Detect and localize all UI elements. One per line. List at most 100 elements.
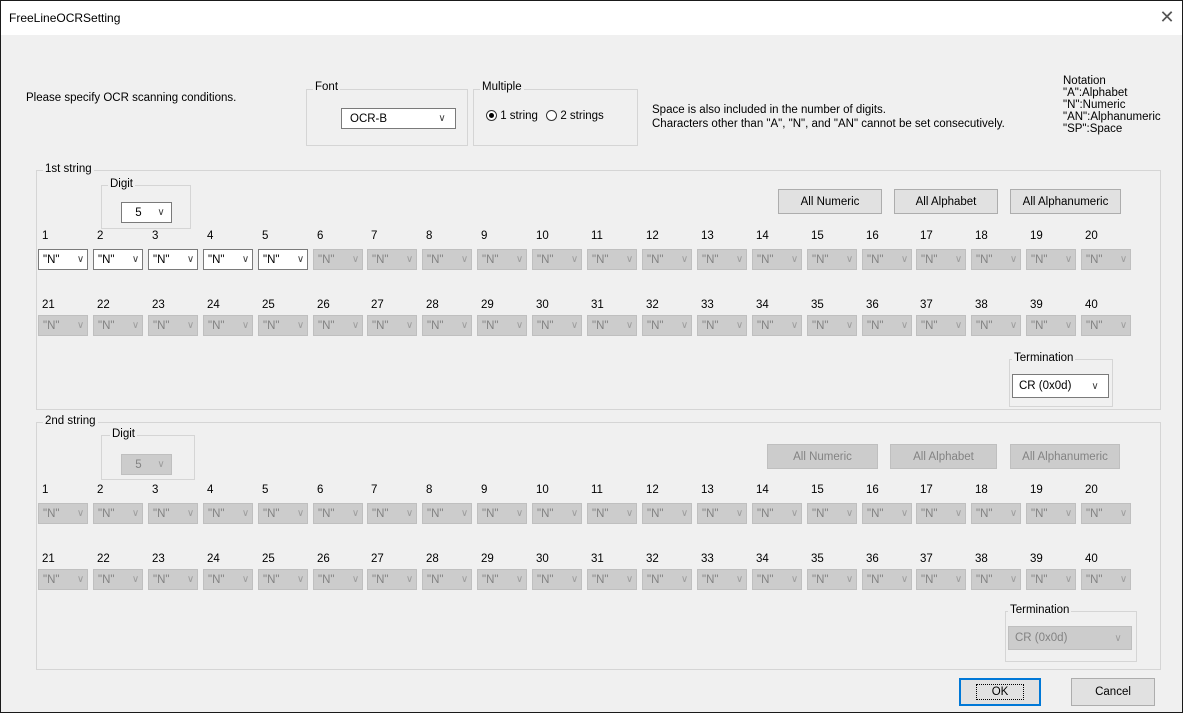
char-type-select-31[interactable]: "N" ∨ bbox=[587, 569, 637, 590]
char-type-select-33[interactable]: "N" ∨ bbox=[697, 569, 747, 590]
char-type-select-1[interactable]: "N" ∨ bbox=[38, 249, 88, 270]
font-select[interactable]: OCR-B ∨ bbox=[341, 108, 456, 129]
char-type-select-32[interactable]: "N" ∨ bbox=[642, 569, 692, 590]
char-type-select-8[interactable]: "N" ∨ bbox=[422, 503, 472, 524]
all-numeric-button[interactable]: All Numeric bbox=[767, 444, 878, 469]
ok-button[interactable]: OK bbox=[959, 678, 1041, 706]
char-type-select-6[interactable]: "N" ∨ bbox=[313, 503, 363, 524]
char-type-select-3[interactable]: "N" ∨ bbox=[148, 503, 198, 524]
close-icon[interactable]: ✕ bbox=[1156, 7, 1178, 29]
char-type-select-16[interactable]: "N" ∨ bbox=[862, 249, 912, 270]
char-type-select-17[interactable]: "N" ∨ bbox=[916, 503, 966, 524]
char-type-select-23[interactable]: "N" ∨ bbox=[148, 569, 198, 590]
char-type-select-13[interactable]: "N" ∨ bbox=[697, 503, 747, 524]
termination-select-1[interactable]: CR (0x0d) ∨ bbox=[1012, 374, 1109, 398]
position-number-2: 2 bbox=[97, 230, 104, 242]
char-type-select-14[interactable]: "N" ∨ bbox=[752, 503, 802, 524]
char-type-select-27[interactable]: "N" ∨ bbox=[367, 569, 417, 590]
char-type-select-9[interactable]: "N" ∨ bbox=[477, 503, 527, 524]
char-type-select-3[interactable]: "N" ∨ bbox=[148, 249, 198, 270]
cancel-button[interactable]: Cancel bbox=[1071, 678, 1155, 706]
char-type-select-39[interactable]: "N" ∨ bbox=[1026, 569, 1076, 590]
char-type-select-10[interactable]: "N" ∨ bbox=[532, 503, 582, 524]
char-type-select-20[interactable]: "N" ∨ bbox=[1081, 503, 1131, 524]
all-numeric-button[interactable]: All Numeric bbox=[778, 189, 882, 214]
char-type-select-11[interactable]: "N" ∨ bbox=[587, 249, 637, 270]
char-type-select-18[interactable]: "N" ∨ bbox=[971, 503, 1021, 524]
char-type-select-24[interactable]: "N" ∨ bbox=[203, 569, 253, 590]
char-type-select-22[interactable]: "N" ∨ bbox=[93, 569, 143, 590]
char-type-select-2[interactable]: "N" ∨ bbox=[93, 503, 143, 524]
char-type-select-23[interactable]: "N" ∨ bbox=[148, 315, 198, 336]
char-type-select-7[interactable]: "N" ∨ bbox=[367, 249, 417, 270]
char-type-select-4[interactable]: "N" ∨ bbox=[203, 249, 253, 270]
digit-select-2[interactable]: 5 ∨ bbox=[121, 454, 172, 475]
char-type-select-1[interactable]: "N" ∨ bbox=[38, 503, 88, 524]
char-type-select-29[interactable]: "N" ∨ bbox=[477, 315, 527, 336]
char-type-select-8[interactable]: "N" ∨ bbox=[422, 249, 472, 270]
digit-select-1[interactable]: 5 ∨ bbox=[121, 202, 172, 223]
char-type-select-35[interactable]: "N" ∨ bbox=[807, 315, 857, 336]
char-type-select-16[interactable]: "N" ∨ bbox=[862, 503, 912, 524]
char-type-select-2[interactable]: "N" ∨ bbox=[93, 249, 143, 270]
radio-2-strings[interactable]: 2 strings bbox=[546, 110, 604, 122]
char-type-select-10[interactable]: "N" ∨ bbox=[532, 249, 582, 270]
termination-select-2[interactable]: CR (0x0d) ∨ bbox=[1008, 626, 1132, 650]
char-type-select-6[interactable]: "N" ∨ bbox=[313, 249, 363, 270]
char-type-select-27[interactable]: "N" ∨ bbox=[367, 315, 417, 336]
char-type-select-14[interactable]: "N" ∨ bbox=[752, 249, 802, 270]
char-type-select-32[interactable]: "N" ∨ bbox=[642, 315, 692, 336]
char-type-select-12[interactable]: "N" ∨ bbox=[642, 503, 692, 524]
char-type-select-36[interactable]: "N" ∨ bbox=[862, 569, 912, 590]
all-alphabet-button[interactable]: All Alphabet bbox=[894, 189, 998, 214]
char-type-select-35[interactable]: "N" ∨ bbox=[807, 569, 857, 590]
char-type-select-38[interactable]: "N" ∨ bbox=[971, 569, 1021, 590]
char-type-select-19[interactable]: "N" ∨ bbox=[1026, 249, 1076, 270]
char-type-select-13[interactable]: "N" ∨ bbox=[697, 249, 747, 270]
char-type-select-25[interactable]: "N" ∨ bbox=[258, 315, 308, 336]
char-type-select-24[interactable]: "N" ∨ bbox=[203, 315, 253, 336]
char-type-select-28[interactable]: "N" ∨ bbox=[422, 315, 472, 336]
char-type-select-37[interactable]: "N" ∨ bbox=[916, 315, 966, 336]
char-type-select-21[interactable]: "N" ∨ bbox=[38, 569, 88, 590]
char-type-select-7[interactable]: "N" ∨ bbox=[367, 503, 417, 524]
char-type-select-29[interactable]: "N" ∨ bbox=[477, 569, 527, 590]
char-type-select-31[interactable]: "N" ∨ bbox=[587, 315, 637, 336]
char-type-select-17[interactable]: "N" ∨ bbox=[916, 249, 966, 270]
char-type-select-38[interactable]: "N" ∨ bbox=[971, 315, 1021, 336]
char-type-select-18[interactable]: "N" ∨ bbox=[971, 249, 1021, 270]
char-type-select-30[interactable]: "N" ∨ bbox=[532, 315, 582, 336]
char-type-value: "N" bbox=[921, 507, 938, 520]
all-alphanumeric-button[interactable]: All Alphanumeric bbox=[1010, 189, 1121, 214]
char-type-select-11[interactable]: "N" ∨ bbox=[587, 503, 637, 524]
char-type-select-34[interactable]: "N" ∨ bbox=[752, 569, 802, 590]
char-type-select-26[interactable]: "N" ∨ bbox=[313, 569, 363, 590]
char-type-select-39[interactable]: "N" ∨ bbox=[1026, 315, 1076, 336]
all-alphabet-button[interactable]: All Alphabet bbox=[890, 444, 997, 469]
char-type-select-12[interactable]: "N" ∨ bbox=[642, 249, 692, 270]
radio-1-string[interactable]: 1 string bbox=[486, 110, 541, 122]
position-number-3: 3 bbox=[152, 484, 159, 496]
char-type-select-9[interactable]: "N" ∨ bbox=[477, 249, 527, 270]
char-type-select-28[interactable]: "N" ∨ bbox=[422, 569, 472, 590]
char-type-select-36[interactable]: "N" ∨ bbox=[862, 315, 912, 336]
char-type-select-20[interactable]: "N" ∨ bbox=[1081, 249, 1131, 270]
char-type-select-4[interactable]: "N" ∨ bbox=[203, 503, 253, 524]
all-alphanumeric-button[interactable]: All Alphanumeric bbox=[1010, 444, 1120, 469]
char-type-select-30[interactable]: "N" ∨ bbox=[532, 569, 582, 590]
char-type-select-22[interactable]: "N" ∨ bbox=[93, 315, 143, 336]
char-type-select-21[interactable]: "N" ∨ bbox=[38, 315, 88, 336]
char-type-select-15[interactable]: "N" ∨ bbox=[807, 249, 857, 270]
position-number-32: 32 bbox=[646, 553, 659, 565]
char-type-select-19[interactable]: "N" ∨ bbox=[1026, 503, 1076, 524]
char-type-select-5[interactable]: "N" ∨ bbox=[258, 503, 308, 524]
char-type-select-15[interactable]: "N" ∨ bbox=[807, 503, 857, 524]
char-type-select-40[interactable]: "N" ∨ bbox=[1081, 315, 1131, 336]
char-type-select-5[interactable]: "N" ∨ bbox=[258, 249, 308, 270]
char-type-select-34[interactable]: "N" ∨ bbox=[752, 315, 802, 336]
char-type-select-25[interactable]: "N" ∨ bbox=[258, 569, 308, 590]
char-type-select-33[interactable]: "N" ∨ bbox=[697, 315, 747, 336]
char-type-select-26[interactable]: "N" ∨ bbox=[313, 315, 363, 336]
char-type-select-37[interactable]: "N" ∨ bbox=[916, 569, 966, 590]
char-type-select-40[interactable]: "N" ∨ bbox=[1081, 569, 1131, 590]
